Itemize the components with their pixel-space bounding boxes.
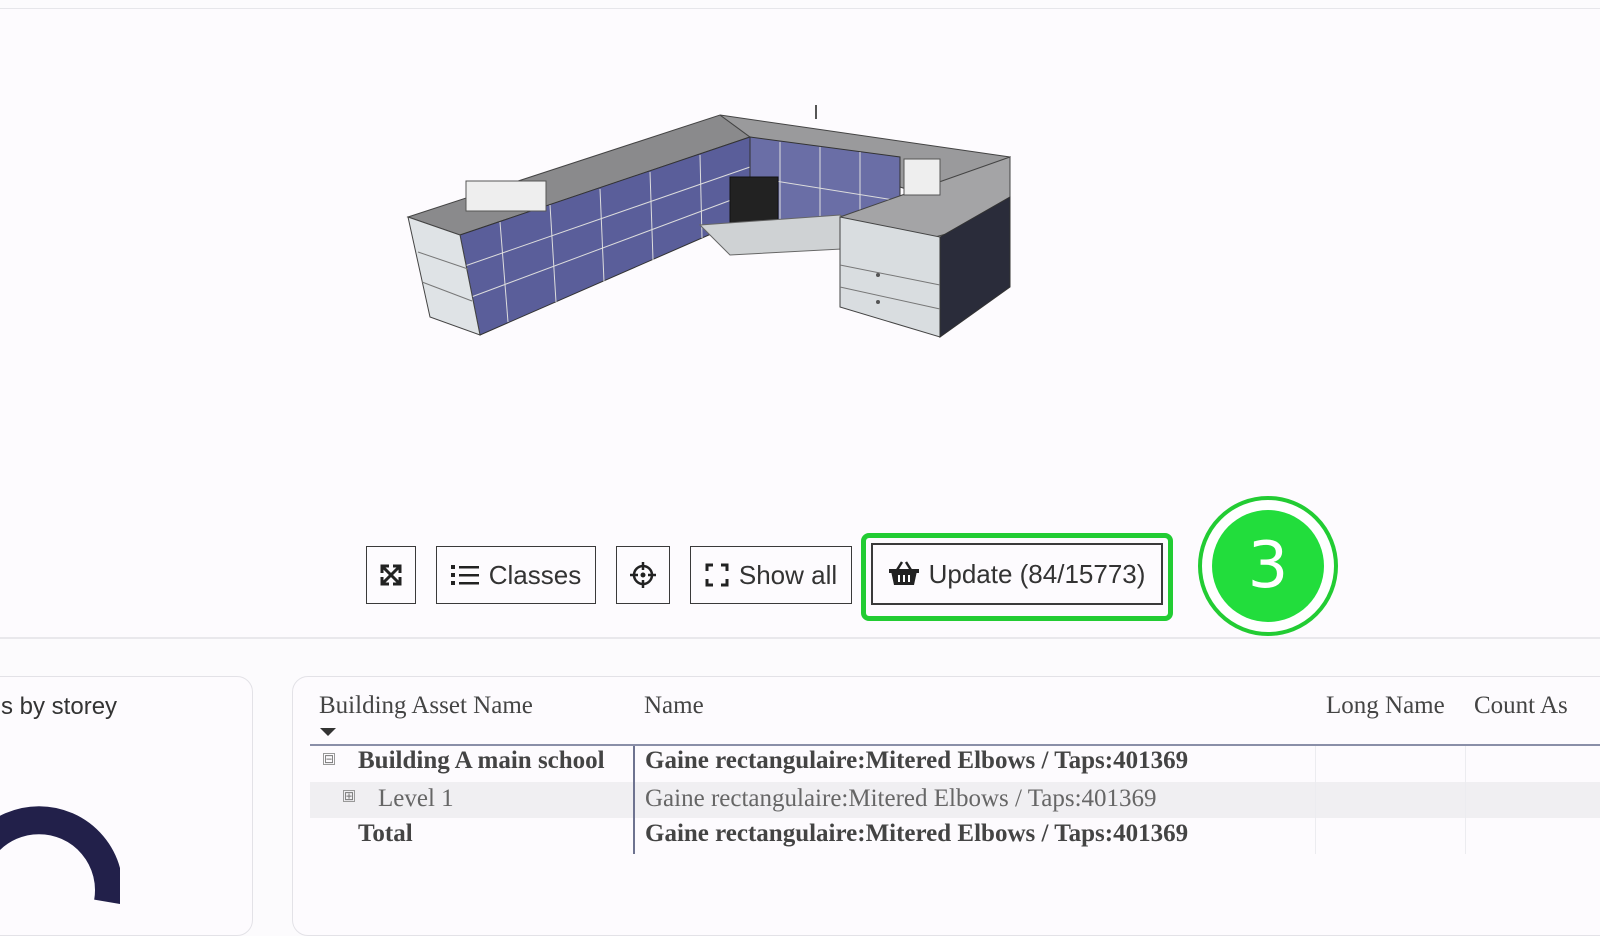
update-button[interactable]: Update (84/15773): [871, 543, 1163, 605]
storey-donut-chart[interactable]: [0, 770, 120, 920]
fit-view-button[interactable]: [366, 546, 416, 604]
header-name[interactable]: Name: [644, 692, 704, 720]
update-label: Update (84/15773): [928, 558, 1146, 589]
header-building-asset-name[interactable]: Building Asset Name: [319, 692, 533, 720]
column-divider: [633, 746, 635, 854]
show-all-label: Show all: [738, 559, 838, 590]
center-view-button[interactable]: [616, 546, 670, 604]
basket-icon: [888, 561, 919, 587]
table-row-name: Gaine rectangulaire:Mitered Elbows / Tap…: [645, 820, 1189, 847]
list-icon: [450, 563, 479, 587]
column-divider: [1465, 746, 1466, 854]
header-divider: [310, 744, 1600, 746]
table-row-total: Total: [358, 820, 413, 847]
collapse-toggle-icon[interactable]: ⊟: [323, 753, 335, 765]
header-long-name[interactable]: Long Name: [1326, 692, 1445, 720]
step-badge: 3: [1198, 496, 1338, 636]
viewer-divider: [0, 637, 1600, 639]
column-divider: [1315, 746, 1316, 854]
table-row-asset: Building A main school: [358, 747, 605, 774]
header-count[interactable]: Count As: [1474, 692, 1568, 720]
classes-button[interactable]: Classes: [436, 546, 596, 604]
storey-chart-title: s by storey: [1, 693, 118, 720]
fit-view-icon: [378, 562, 404, 588]
show-all-button[interactable]: Show all: [690, 546, 852, 604]
table-row-name: Gaine rectangulaire:Mitered Elbows / Tap…: [645, 785, 1157, 812]
3d-viewer[interactable]: [0, 9, 1600, 637]
table-row-name: Gaine rectangulaire:Mitered Elbows / Tap…: [645, 747, 1189, 774]
expand-toggle-icon[interactable]: ⊞: [343, 790, 355, 802]
sort-desc-icon[interactable]: [320, 728, 336, 736]
building-model[interactable]: [400, 97, 1020, 347]
classes-label: Classes: [488, 559, 582, 590]
expand-icon: [705, 563, 729, 587]
step-number: 3: [1212, 510, 1324, 622]
table-row-asset: Level 1: [378, 785, 454, 812]
crosshair-icon: [629, 561, 657, 589]
